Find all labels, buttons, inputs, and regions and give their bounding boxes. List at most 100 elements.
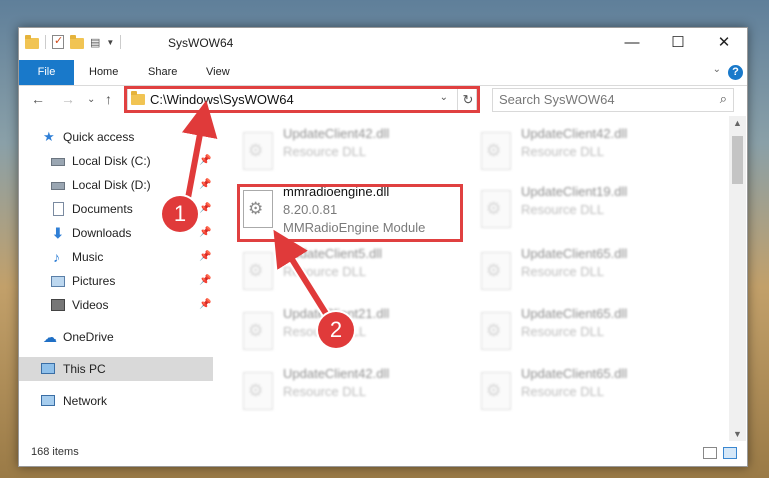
customize-toolbar-icon[interactable]: ▤ xyxy=(90,36,100,49)
tab-file[interactable]: File xyxy=(19,60,74,85)
title-bar: ▤ ▼ SysWOW64 — ☐ ✕ xyxy=(19,28,747,60)
minimize-button[interactable]: — xyxy=(609,28,655,58)
sidebar-item-label: Local Disk (C:) xyxy=(72,154,151,168)
cloud-icon: ☁ xyxy=(43,329,57,345)
step-badge-2: 2 xyxy=(318,312,354,348)
pin-icon: 📌 xyxy=(199,179,212,190)
pictures-icon xyxy=(51,276,65,287)
file-type: Resource DLL xyxy=(521,144,605,159)
file-item[interactable]: UpdateClient42.dll Resource DLL xyxy=(217,124,437,180)
file-item[interactable]: UpdateClient5.dll Resource DLL xyxy=(217,244,437,300)
star-icon: ★ xyxy=(43,129,55,144)
navigation-bar: ← → ⌄ ↑ C:\Windows\SysWOW64 ⌄ ↻ Search S… xyxy=(19,86,747,116)
file-item[interactable]: UpdateClient65.dll Resource DLL xyxy=(455,364,675,420)
file-name: UpdateClient19.dll xyxy=(521,184,628,199)
status-bar: 168 items xyxy=(19,441,747,466)
pin-icon: 📌 xyxy=(199,227,212,238)
navigation-pane: ★ Quick access Local Disk (C:) 📌 Local D… xyxy=(19,121,213,441)
music-icon: ♪ xyxy=(53,249,60,265)
large-icons-view-icon[interactable] xyxy=(723,447,737,459)
documents-icon xyxy=(53,202,64,216)
step-badge-1: 1 xyxy=(162,196,198,232)
sidebar-item-videos[interactable]: Videos 📌 xyxy=(19,293,213,317)
sidebar-item-onedrive[interactable]: ☁ OneDrive xyxy=(19,325,213,349)
tab-home[interactable]: Home xyxy=(89,60,118,85)
file-type: Resource DLL xyxy=(521,324,605,339)
pin-icon: 📌 xyxy=(199,203,212,214)
address-highlight-box xyxy=(124,86,480,113)
sidebar-item-music[interactable]: ♪ Music 📌 xyxy=(19,245,213,269)
maximize-button[interactable]: ☐ xyxy=(655,28,701,58)
network-icon xyxy=(41,395,55,406)
separator xyxy=(45,35,46,49)
file-name: UpdateClient65.dll xyxy=(521,306,628,321)
file-highlight-box xyxy=(237,184,463,242)
sidebar-item-this-pc[interactable]: This PC xyxy=(19,357,213,381)
file-type: Resource DLL xyxy=(521,384,605,399)
sidebar-item-local-disk-c[interactable]: Local Disk (C:) 📌 xyxy=(19,149,213,173)
file-type: Resource DLL xyxy=(283,264,367,279)
sidebar-item-label: Pictures xyxy=(72,274,116,288)
sidebar-item-network[interactable]: Network xyxy=(19,389,213,413)
dll-file-icon xyxy=(243,372,273,410)
dll-file-icon xyxy=(243,252,273,290)
close-button[interactable]: ✕ xyxy=(701,28,747,58)
forward-button[interactable]: → xyxy=(61,91,75,107)
file-name: UpdateClient5.dll xyxy=(283,246,383,261)
scroll-down-icon[interactable]: ▼ xyxy=(733,429,742,439)
back-button[interactable]: ← xyxy=(31,91,45,107)
drive-icon xyxy=(51,182,65,190)
videos-icon xyxy=(51,299,65,311)
file-item[interactable]: UpdateClient42.dll Resource DLL xyxy=(217,364,437,420)
help-icon[interactable]: ? xyxy=(728,65,743,80)
file-item[interactable]: UpdateClient65.dll Resource DLL xyxy=(455,244,675,300)
dll-file-icon xyxy=(243,132,273,170)
ribbon-tabs: File Home Share View ⌄ ? xyxy=(19,60,747,86)
sidebar-item-label: Videos xyxy=(72,298,109,312)
sidebar-item-label: Music xyxy=(72,250,104,264)
sidebar-item-pictures[interactable]: Pictures 📌 xyxy=(19,269,213,293)
dll-file-icon xyxy=(481,252,511,290)
quick-access-toolbar: ▤ ▼ xyxy=(25,34,122,49)
new-folder-icon[interactable] xyxy=(70,34,84,49)
folder-icon[interactable] xyxy=(25,34,39,49)
sidebar-item-local-disk-d[interactable]: Local Disk (D:) 📌 xyxy=(19,173,213,197)
vertical-scrollbar[interactable]: ▲ ▼ xyxy=(729,116,746,441)
search-icon[interactable]: ⌕ xyxy=(720,91,727,107)
dll-file-icon xyxy=(481,132,511,170)
sidebar-item-label: OneDrive xyxy=(63,330,114,344)
file-name: UpdateClient42.dll xyxy=(283,366,390,381)
window-title: SysWOW64 xyxy=(168,36,234,50)
expand-ribbon-icon[interactable]: ⌄ xyxy=(713,64,721,75)
sidebar-item-label: Local Disk (D:) xyxy=(72,178,151,192)
file-item[interactable]: UpdateClient42.dll Resource DLL xyxy=(455,124,675,180)
file-item[interactable]: UpdateClient65.dll Resource DLL xyxy=(455,304,675,360)
file-item[interactable]: UpdateClient19.dll Resource DLL xyxy=(455,182,675,238)
properties-icon[interactable] xyxy=(52,34,64,49)
file-type: Resource DLL xyxy=(283,144,367,159)
drive-icon xyxy=(51,158,65,166)
chevron-down-icon[interactable]: ▼ xyxy=(106,38,114,47)
file-name: UpdateClient42.dll xyxy=(283,126,390,141)
sidebar-item-label: Downloads xyxy=(72,226,132,240)
pin-icon: 📌 xyxy=(199,275,212,286)
dll-file-icon xyxy=(481,312,511,350)
recent-locations-button[interactable]: ⌄ xyxy=(87,94,95,105)
tab-view[interactable]: View xyxy=(206,60,230,85)
sidebar-item-quick-access[interactable]: ★ Quick access xyxy=(19,125,213,149)
tab-share[interactable]: Share xyxy=(148,60,177,85)
downloads-icon: ⬇ xyxy=(52,225,64,241)
details-view-icon[interactable] xyxy=(703,447,717,459)
separator xyxy=(120,35,122,49)
explorer-window: ▤ ▼ SysWOW64 — ☐ ✕ File Home Share View … xyxy=(18,27,748,467)
dll-file-icon xyxy=(481,372,511,410)
up-button[interactable]: ↑ xyxy=(105,91,112,107)
scroll-up-icon[interactable]: ▲ xyxy=(733,118,742,128)
dll-file-icon xyxy=(243,312,273,350)
search-input[interactable]: Search SysWOW64 xyxy=(499,92,615,107)
pin-icon: 📌 xyxy=(199,155,212,166)
scrollbar-thumb[interactable] xyxy=(732,136,743,184)
search-box[interactable]: Search SysWOW64 ⌕ xyxy=(492,88,734,112)
pin-icon: 📌 xyxy=(199,299,212,310)
file-type: Resource DLL xyxy=(283,384,367,399)
